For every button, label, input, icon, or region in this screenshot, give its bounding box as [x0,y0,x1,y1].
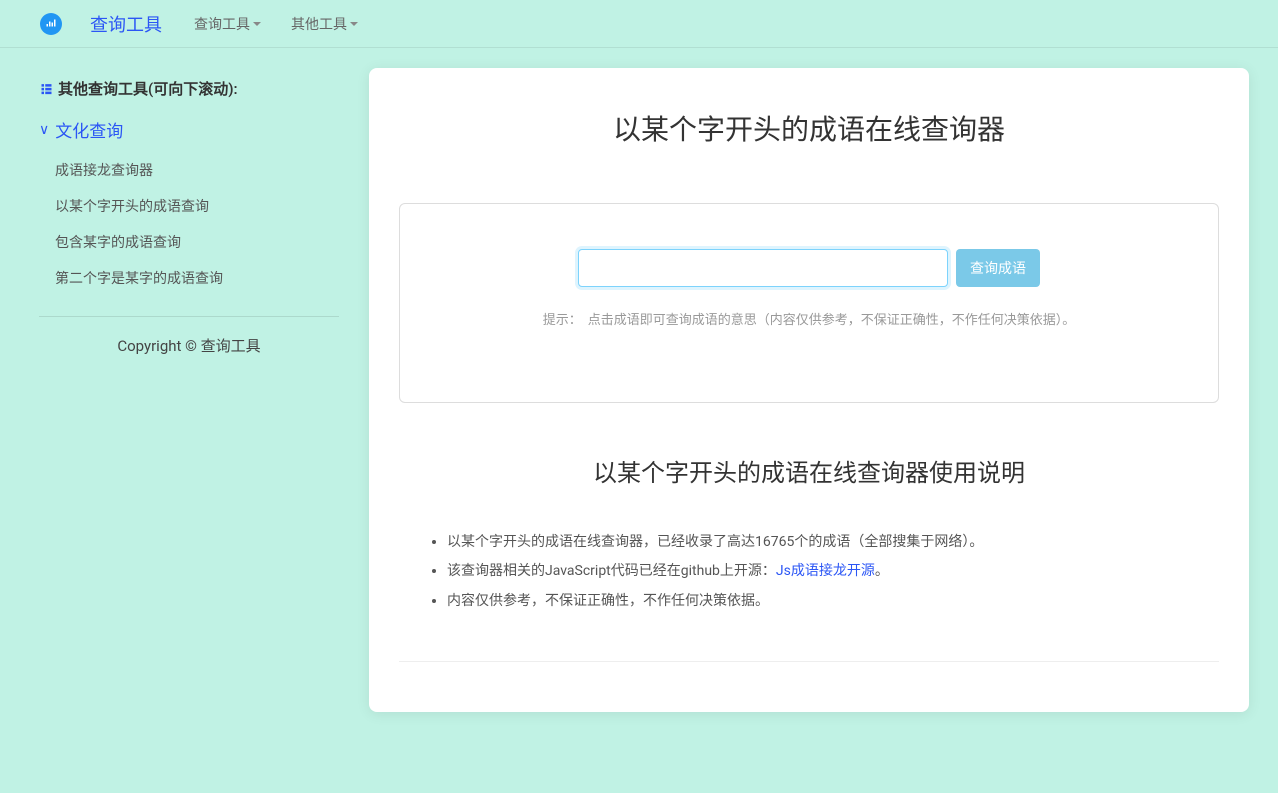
list-icon [39,81,54,96]
navbar-menu-other-tools[interactable]: 其他工具 [291,14,358,34]
sidebar-category-label: 文化查询 [55,117,123,142]
copyright: Copyright © 查询工具 [39,335,339,356]
sidebar: 其他查询工具(可向下滚动): ∨ 文化查询 成语接龙查询器 以某个字开头的成语查… [39,68,339,712]
github-link[interactable]: Js成语接龙开源 [776,563,875,579]
search-row: 查询成语 [420,249,1198,287]
search-card: 查询成语 提示： 点击成语即可查询成语的意思（内容仅供参考，不保证正确性，不作任何… [399,203,1219,403]
navbar: 查询工具 查询工具 其他工具 [0,0,1278,48]
container: 其他查询工具(可向下滚动): ∨ 文化查询 成语接龙查询器 以某个字开头的成语查… [9,48,1269,732]
hint: 提示： 点击成语即可查询成语的意思（内容仅供参考，不保证正确性，不作任何决策依据）… [420,309,1198,328]
navbar-menu-label: 查询工具 [194,14,250,34]
description-item: 该查询器相关的JavaScript代码已经在github上开源：Js成语接龙开源… [447,557,1219,586]
caret-down-icon [253,22,261,26]
description-text: 。 [875,563,889,579]
navbar-logo-icon[interactable] [40,13,62,35]
navbar-brand[interactable]: 查询工具 [90,11,162,37]
caret-down-icon [350,22,358,26]
description-list: 以某个字开头的成语在线查询器，已经收录了高达16765个的成语（全部搜集于网络）… [399,528,1219,616]
sidebar-category-culture[interactable]: ∨ 文化查询 [39,111,339,148]
description-text: 该查询器相关的JavaScript代码已经在github上开源： [447,563,776,579]
sidebar-link-contains-char[interactable]: 包含某字的成语查询 [39,224,339,260]
sidebar-link-start-with[interactable]: 以某个字开头的成语查询 [39,188,339,224]
sidebar-header-label: 其他查询工具(可向下滚动): [58,78,238,99]
page-title: 以某个字开头的成语在线查询器 [399,108,1219,148]
hint-label: 提示： [543,313,582,328]
sidebar-header: 其他查询工具(可向下滚动): [39,78,339,99]
description-item: 内容仅供参考，不保证正确性，不作任何决策依据。 [447,587,1219,616]
chevron-down-icon: ∨ [39,122,49,138]
main-divider [399,661,1219,662]
search-input[interactable] [578,249,948,287]
hint-text: 点击成语即可查询成语的意思（内容仅供参考，不保证正确性，不作任何决策依据）。 [588,313,1076,328]
navbar-menu-query-tools[interactable]: 查询工具 [194,14,261,34]
search-button[interactable]: 查询成语 [956,249,1040,287]
sidebar-link-second-char[interactable]: 第二个字是某字的成语查询 [39,260,339,296]
description-item: 以某个字开头的成语在线查询器，已经收录了高达16765个的成语（全部搜集于网络）… [447,528,1219,557]
sidebar-link-idiom-chain[interactable]: 成语接龙查询器 [39,152,339,188]
main-content: 以某个字开头的成语在线查询器 查询成语 提示： 点击成语即可查询成语的意思（内容仅… [369,68,1249,712]
section-title: 以某个字开头的成语在线查询器使用说明 [399,453,1219,488]
navbar-menu-label: 其他工具 [291,14,347,34]
sidebar-divider [39,316,339,317]
